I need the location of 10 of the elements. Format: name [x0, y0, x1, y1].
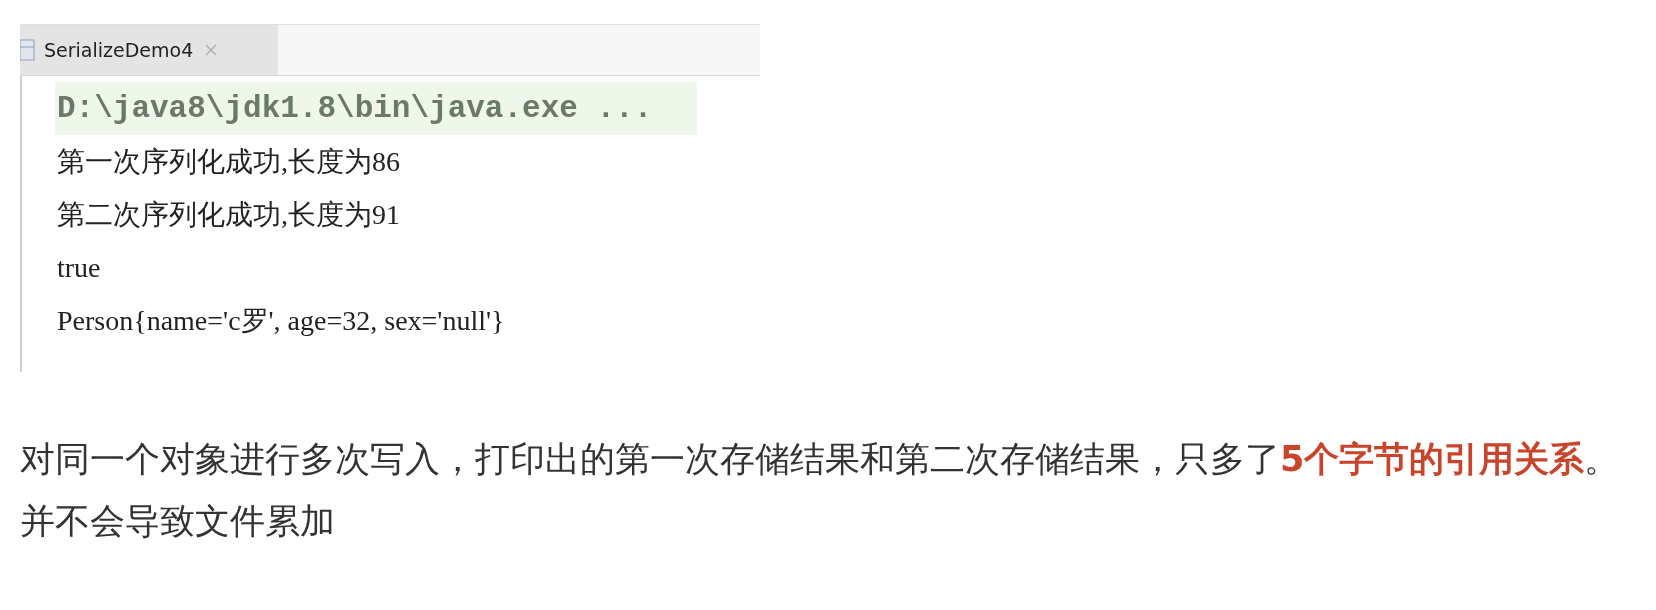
- console-tab[interactable]: SerializeDemo4: [20, 25, 278, 75]
- file-icon: [20, 39, 36, 61]
- console-output: true: [56, 250, 102, 285]
- paragraph-line: 对同一个对象进行多次写入，打印出的第一次存储结果和第二次存储结果，只多了5个字节的引用关系。: [20, 438, 1621, 481]
- console-output: Person{name='c罗', age=32, sex='null'}: [56, 303, 506, 338]
- close-icon[interactable]: [205, 44, 218, 56]
- tab-title: SerializeDemo4: [44, 39, 194, 61]
- console-output: 第一次序列化成功,长度为86: [56, 144, 401, 179]
- console-output: 第二次序列化成功,长度为91: [56, 197, 401, 232]
- paragraph-line: 并不会导致文件累加: [20, 500, 336, 543]
